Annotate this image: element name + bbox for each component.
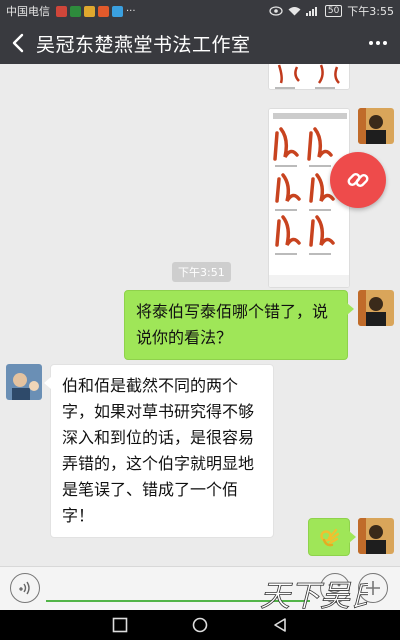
chat-header: 吴冠东楚燕堂书法工作室 bbox=[0, 22, 400, 64]
link-icon bbox=[347, 173, 369, 187]
contact-message-bubble[interactable]: 伯和佰是截然不同的两个字，如果对草书研究得不够深入和到位的话，是很容易弄错的，这… bbox=[44, 364, 274, 538]
my-message-bubble[interactable]: 将泰伯写泰佰哪个错了，说说你的看法？ bbox=[124, 290, 354, 360]
wifi-icon bbox=[288, 7, 301, 16]
message-text: 伯和佰是截然不同的两个字，如果对草书研究得不够深入和到位的话，是很容易弄错的，这… bbox=[62, 376, 255, 525]
calligraphy-image bbox=[269, 64, 349, 89]
carrier-name: 中国电信 bbox=[6, 5, 50, 18]
more-dots-icon bbox=[369, 41, 387, 45]
circle-icon[interactable] bbox=[192, 617, 208, 633]
watermark-text: 天下吴氏 bbox=[260, 579, 368, 614]
voice-icon bbox=[19, 581, 30, 595]
notification-app-icon bbox=[84, 5, 95, 17]
notification-app-icon bbox=[112, 5, 123, 17]
my-avatar[interactable] bbox=[358, 518, 394, 554]
chat-menu-button[interactable] bbox=[356, 22, 400, 64]
notification-app-icon bbox=[70, 5, 81, 17]
square-icon[interactable] bbox=[112, 617, 128, 633]
message-list[interactable]: 下午3:51 将泰伯写泰佰哪个错了，说说你的看法？ 伯和佰是截然不同的两个字，如… bbox=[0, 64, 400, 566]
voice-button[interactable] bbox=[10, 573, 40, 603]
message-text: 将泰伯写泰佰哪个错了，说说你的看法？ bbox=[136, 302, 329, 347]
system-nav-bar bbox=[0, 610, 400, 640]
back-button[interactable] bbox=[0, 22, 36, 64]
my-emoji-bubble[interactable] bbox=[308, 518, 356, 556]
chat-title: 吴冠东楚燕堂书法工作室 bbox=[36, 33, 251, 56]
contact-avatar[interactable] bbox=[6, 364, 42, 400]
ok-hand-emoji bbox=[320, 528, 340, 547]
signal-icon bbox=[305, 7, 317, 16]
battery-icon: 50 bbox=[324, 5, 343, 17]
status-bar: 中国电信 ··· 50 下午3:55 bbox=[0, 0, 400, 22]
triangle-back-icon[interactable] bbox=[272, 617, 288, 633]
timestamp: 下午3:51 bbox=[172, 262, 231, 282]
chevron-left-icon bbox=[12, 33, 24, 53]
my-avatar[interactable] bbox=[358, 108, 394, 144]
clock: 下午3:55 bbox=[347, 5, 394, 18]
my-avatar[interactable] bbox=[358, 290, 394, 326]
notification-app-icon bbox=[98, 5, 109, 17]
notification-app-icon bbox=[56, 5, 67, 17]
floating-link-button[interactable] bbox=[330, 152, 386, 208]
image-message[interactable] bbox=[268, 64, 350, 90]
eye-icon bbox=[269, 6, 283, 16]
more-notifications-icon: ··· bbox=[126, 5, 136, 17]
